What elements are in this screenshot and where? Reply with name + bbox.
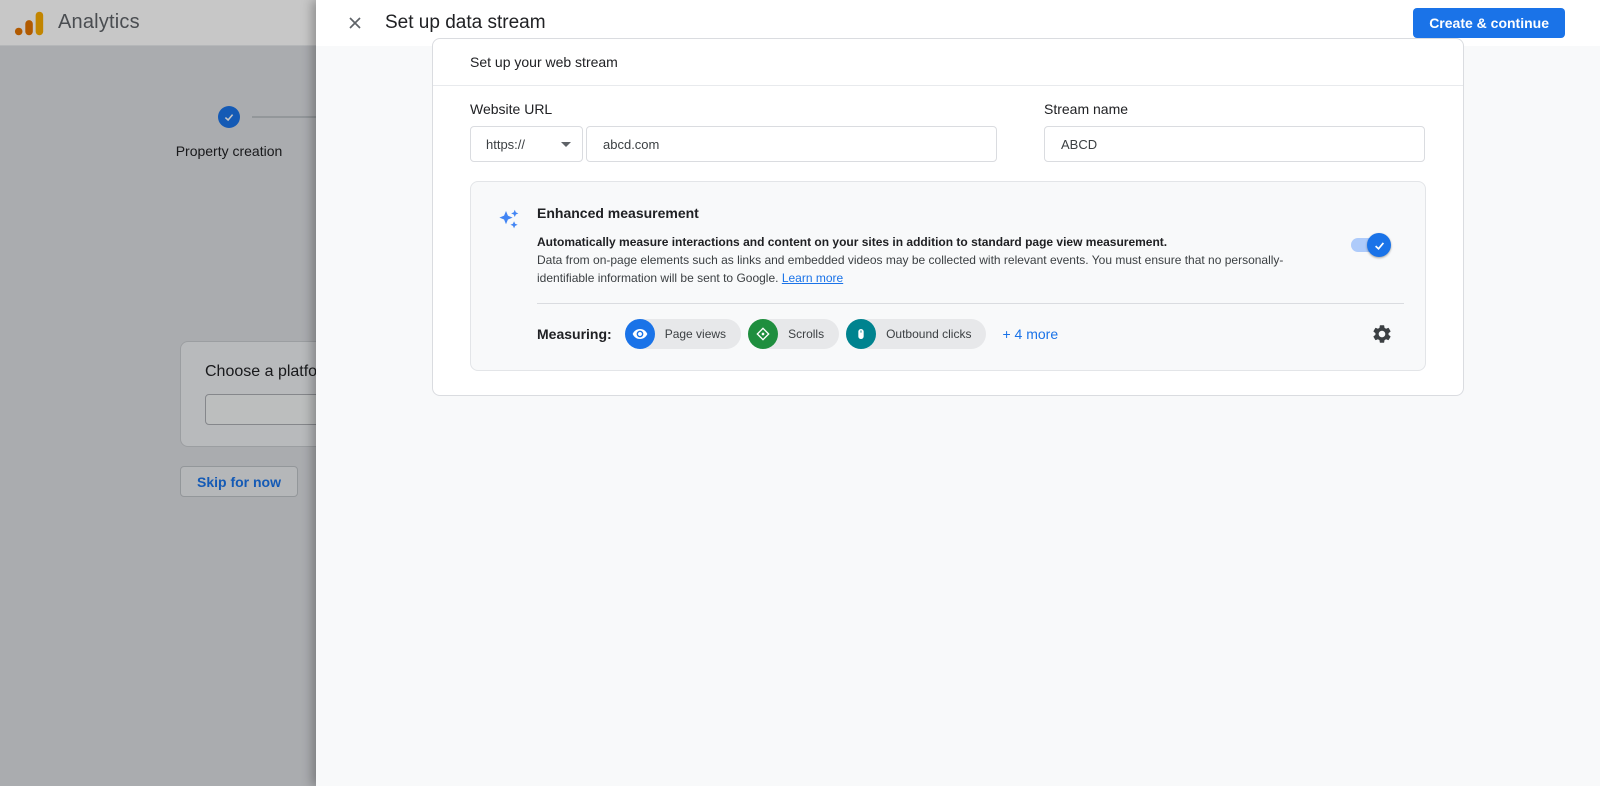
- measuring-label: Measuring:: [537, 326, 612, 342]
- enhanced-measurement-toggle[interactable]: [1351, 233, 1391, 257]
- data-stream-panel: Set up data stream Create & continue Set…: [316, 0, 1600, 786]
- chip-label: Scrolls: [788, 327, 825, 341]
- gear-icon[interactable]: [1370, 322, 1394, 346]
- app-header: Analytics: [0, 0, 320, 46]
- sparkle-icon: [499, 209, 519, 229]
- analytics-logo-icon: [14, 11, 44, 35]
- chip-scrolls[interactable]: Scrolls: [748, 319, 840, 349]
- dimmed-background-page: Analytics Property creation Choose a pla…: [0, 0, 320, 786]
- chip-page-views[interactable]: Page views: [624, 319, 742, 349]
- create-continue-button[interactable]: Create & continue: [1413, 8, 1565, 38]
- description-line1: Automatically measure interactions and c…: [537, 235, 1168, 249]
- enhanced-measurement-section: Enhanced measurement Automatically measu…: [470, 181, 1426, 371]
- learn-more-link[interactable]: Learn more: [782, 271, 843, 285]
- chip-label: Outbound clicks: [886, 327, 972, 341]
- chevron-down-icon: [561, 141, 571, 147]
- scrolls-diamond-icon: [748, 319, 779, 349]
- step-complete-icon: [218, 106, 240, 128]
- stepper-connector: [252, 116, 320, 118]
- stepper-step-label: Property creation: [175, 143, 283, 159]
- enhanced-measurement-description: Automatically measure interactions and c…: [537, 233, 1337, 287]
- web-stream-card-title: Set up your web stream: [433, 39, 1463, 86]
- web-stream-card: Set up your web stream Website URL https…: [432, 38, 1464, 396]
- choose-platform-title: Choose a platform: [205, 363, 320, 380]
- panel-title: Set up data stream: [385, 12, 546, 33]
- description-line2: Data from on-page elements such as links…: [537, 253, 1284, 285]
- chip-outbound-clicks[interactable]: Outbound clicks: [846, 319, 987, 349]
- stream-name-input[interactable]: [1044, 126, 1425, 162]
- skip-for-now-button[interactable]: Skip for now: [180, 466, 298, 497]
- enhanced-measurement-title: Enhanced measurement: [537, 205, 699, 221]
- close-icon[interactable]: [343, 11, 367, 35]
- stream-name-label: Stream name: [1044, 101, 1129, 117]
- skip-for-now-label: Skip for now: [197, 473, 281, 490]
- website-url-input[interactable]: [586, 126, 997, 162]
- chip-label: Page views: [664, 327, 727, 341]
- divider: [537, 303, 1404, 304]
- toggle-check-icon: [1367, 233, 1391, 257]
- brand-name: Analytics: [58, 11, 140, 33]
- mouse-icon: [846, 319, 877, 349]
- protocol-select[interactable]: https://: [470, 126, 583, 162]
- protocol-value: https://: [486, 136, 526, 152]
- eye-icon: [624, 319, 655, 349]
- choose-platform-card: Choose a platform: [180, 341, 320, 447]
- website-url-label: Website URL: [470, 101, 553, 117]
- more-events-link[interactable]: + 4 more: [1002, 326, 1058, 342]
- platform-field[interactable]: [205, 394, 320, 425]
